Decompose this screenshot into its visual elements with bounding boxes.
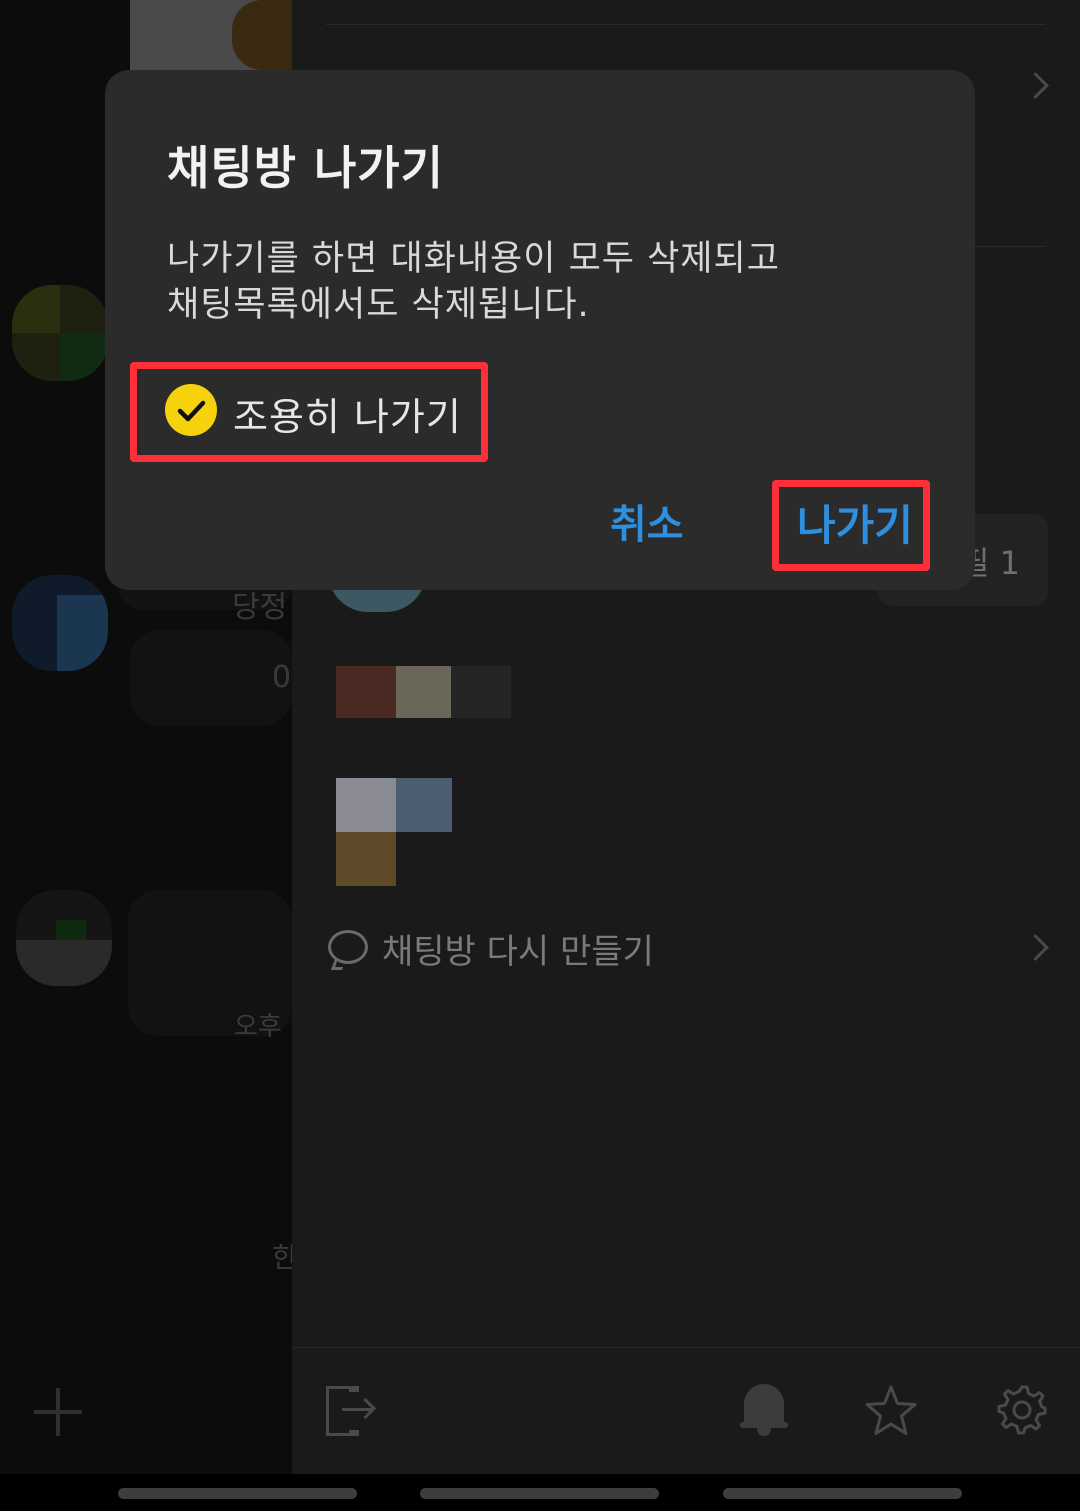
gear-icon[interactable] [996,1384,1048,1436]
divider [326,24,1046,25]
chat-snippet: 오후 [234,1012,282,1042]
quiet-leave-checkbox[interactable]: 조용히 나가기 [161,374,481,444]
recreate-chat-label: 채팅방 다시 만들기 [382,932,654,972]
leave-button[interactable]: 나가기 [797,492,913,553]
dialog-message-line: 나가기를 하면 대화내용이 모두 삭제되고 [167,239,780,279]
chat-bubble-icon [328,930,368,964]
screen: 당정 0 오후 한 필 1 채팅방 다시 만들기 채팅방 나가기 나가기를 하면… [0,0,1080,1511]
checkmark-icon [165,384,217,436]
quiet-leave-label: 조용히 나가기 [233,395,462,439]
cancel-button[interactable]: 취소 [610,492,684,550]
drawer-toolbar [292,1347,1080,1474]
chevron-right-icon[interactable] [1022,72,1049,99]
star-icon[interactable] [864,1384,918,1438]
dialog-message-line: 채팅목록에서도 삭제됩니다. [167,285,590,325]
chat-snippet: 0 [272,660,292,695]
leave-chat-dialog: 채팅방 나가기 나가기를 하면 대화내용이 모두 삭제되고 채팅목록에서도 삭제… [105,70,975,590]
chat-avatar[interactable] [12,285,108,381]
dialog-message: 나가기를 하면 대화내용이 모두 삭제되고 채팅목록에서도 삭제됩니다. [167,236,887,328]
add-chat-icon[interactable] [34,1388,82,1436]
chat-avatar[interactable] [12,575,108,671]
nav-recents-button[interactable] [118,1488,357,1499]
chevron-right-icon [1022,934,1049,961]
chat-avatar[interactable] [16,890,112,986]
nav-home-button[interactable] [420,1488,659,1499]
nav-back-button[interactable] [723,1488,962,1499]
chat-thumbnail [130,0,292,70]
exit-icon[interactable] [326,1386,377,1436]
recreate-chat-row[interactable]: 채팅방 다시 만들기 [326,918,1049,978]
media-thumbnail[interactable] [336,666,511,718]
bell-icon[interactable] [740,1384,788,1438]
chat-preview-block [130,630,292,726]
dialog-title: 채팅방 나가기 [167,141,444,195]
media-thumbnail[interactable] [336,778,452,886]
